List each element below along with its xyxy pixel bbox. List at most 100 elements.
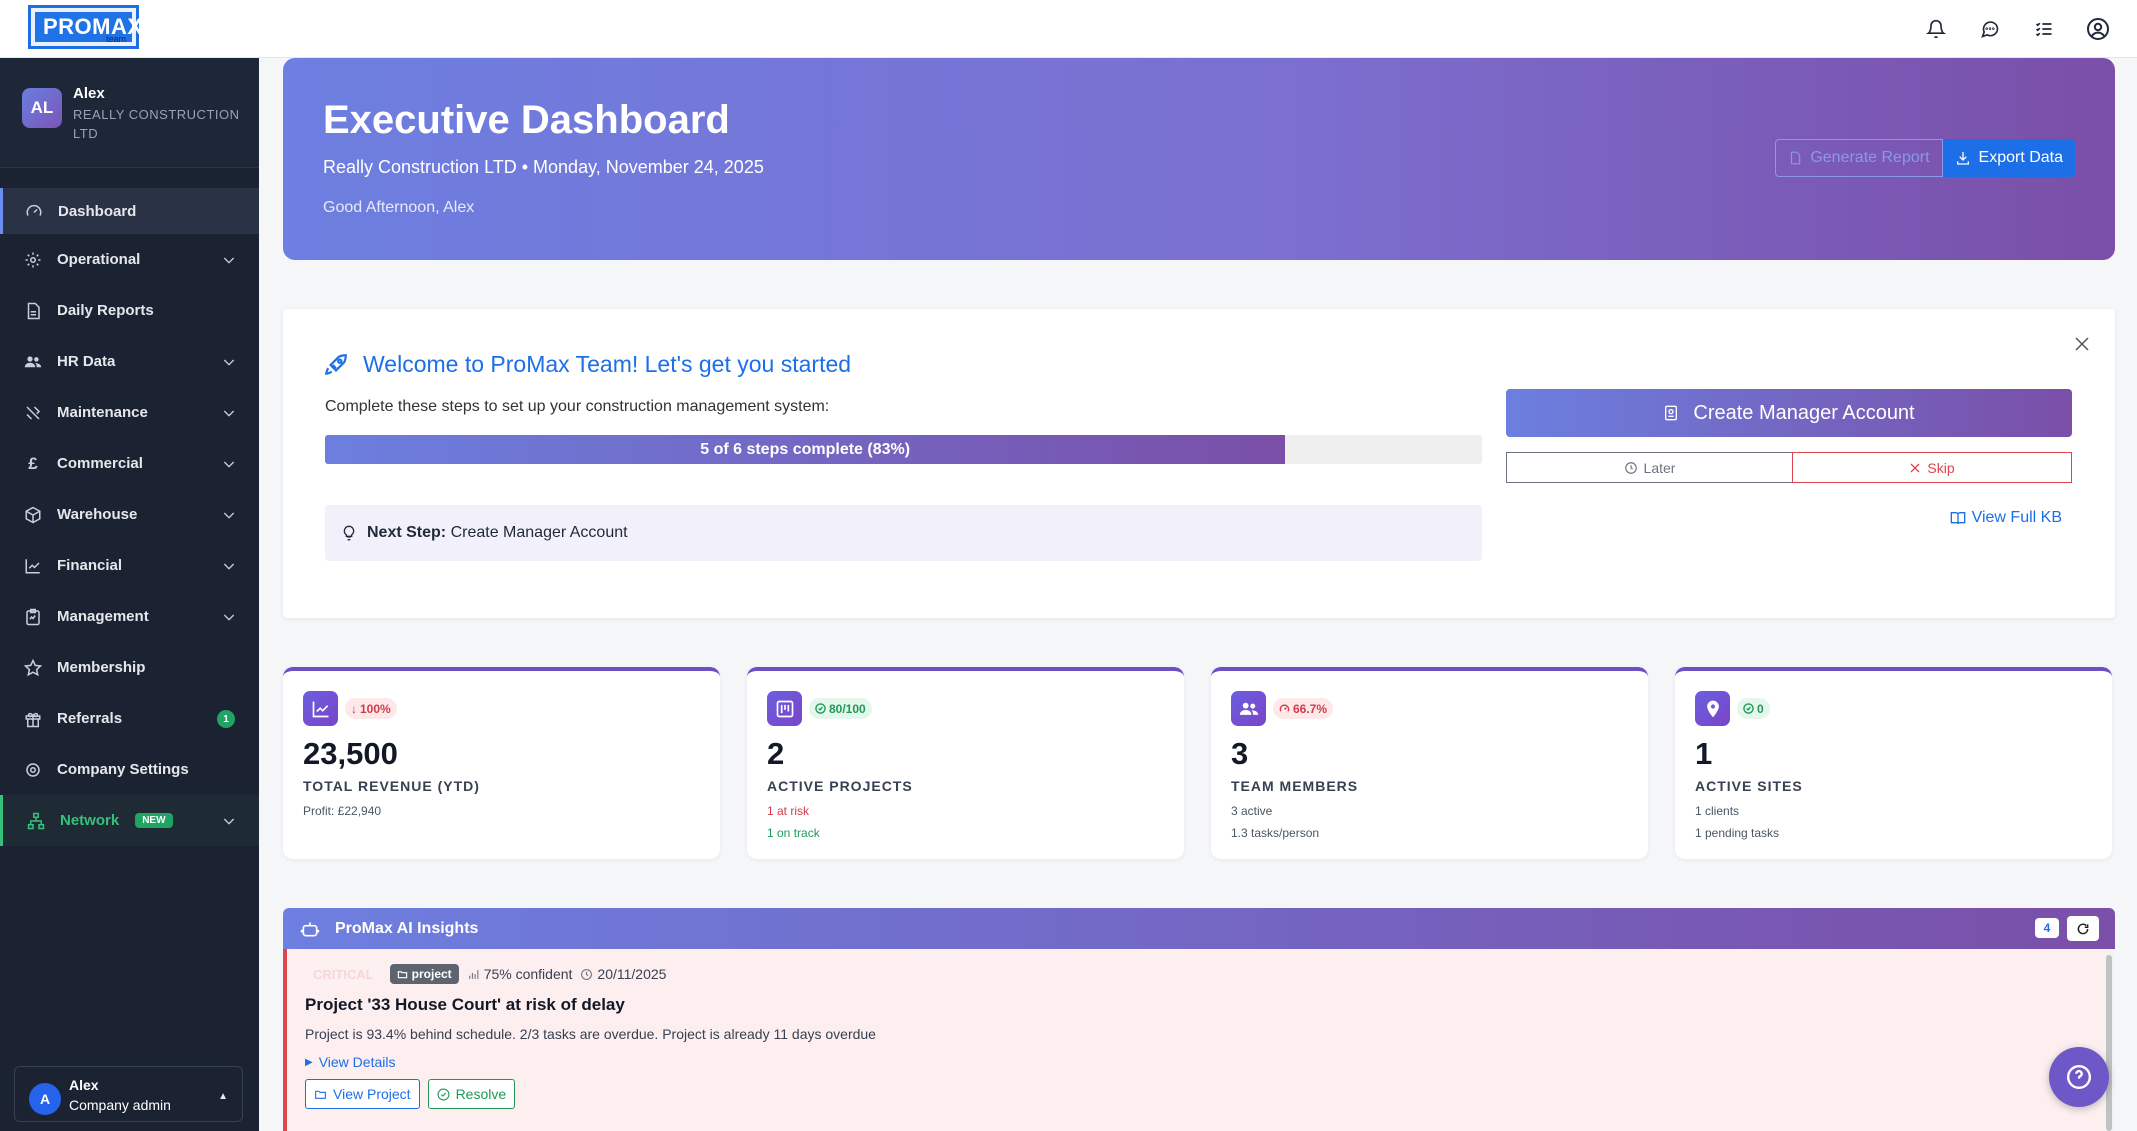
stat-card-revenue[interactable]: ↓ 100% 23,500 TOTAL REVENUE (YTD) Profit:… xyxy=(283,667,720,859)
chevron-down-icon[interactable] xyxy=(221,405,237,421)
create-manager-label: Create Manager Account xyxy=(1693,401,1915,424)
caret-right-icon: ▶ xyxy=(305,1056,313,1068)
user-company: REALLY CONSTRUCTION LTD xyxy=(73,107,240,141)
check-circle-icon xyxy=(1743,703,1754,714)
onboarding-title: Welcome to ProMax Team! Let's get you st… xyxy=(323,351,851,378)
stat-value: 1 xyxy=(1695,736,1713,771)
document-icon xyxy=(24,302,42,320)
gauge-icon xyxy=(1279,703,1290,714)
create-manager-account-button[interactable]: Create Manager Account xyxy=(1506,389,2072,437)
settings-icon xyxy=(24,761,42,779)
status-badge: 66.7% xyxy=(1273,698,1334,719)
generate-report-button[interactable]: Generate Report xyxy=(1775,139,1943,177)
hero-subtitle: Really Construction LTD • Monday, Novemb… xyxy=(323,157,764,177)
ai-insights-panel: ProMax AI Insights 4 CRITICAL project 75… xyxy=(283,908,2115,1131)
chevron-down-icon[interactable] xyxy=(221,507,237,523)
line-chart-icon xyxy=(24,557,42,575)
refresh-button[interactable] xyxy=(2067,916,2099,941)
ai-insights-header: ProMax AI Insights xyxy=(283,908,2115,949)
bar-chart-icon xyxy=(467,968,480,981)
sidebar-item-referrals[interactable]: Referrals 1 xyxy=(0,693,259,744)
gear-icon xyxy=(24,251,42,269)
sidebar-item-daily-reports[interactable]: Daily Reports xyxy=(0,285,259,336)
insight-description: Project is 93.4% behind schedule. 2/3 ta… xyxy=(305,1026,876,1042)
chevron-down-icon[interactable] xyxy=(221,558,237,574)
user-circle-icon[interactable] xyxy=(2083,14,2113,44)
insights-count-badge: 4 xyxy=(2035,918,2059,938)
promax-logo[interactable]: PROMAX team xyxy=(28,5,142,49)
sidebar-item-label: Warehouse xyxy=(57,506,138,523)
status-badge: 0 xyxy=(1737,698,1770,719)
stat-label: ACTIVE PROJECTS xyxy=(767,778,913,794)
sidebar-item-membership[interactable]: Membership xyxy=(0,642,259,693)
skip-button[interactable]: Skip xyxy=(1792,452,2072,483)
chevron-down-icon[interactable] xyxy=(221,456,237,472)
account-switcher[interactable]: A Alex Company admin ▲ xyxy=(14,1066,243,1122)
gauge-icon xyxy=(25,202,43,220)
sidebar-item-commercial[interactable]: £ Commercial xyxy=(0,438,259,489)
stat-label: TEAM MEMBERS xyxy=(1231,778,1359,794)
location-pin-icon xyxy=(1695,691,1730,726)
sidebar-item-operational[interactable]: Operational xyxy=(0,234,259,285)
chevron-down-icon[interactable] xyxy=(221,354,237,370)
sidebar-item-maintenance[interactable]: Maintenance xyxy=(0,387,259,438)
lightbulb-icon xyxy=(341,524,357,542)
page-title: Executive Dashboard xyxy=(323,98,730,142)
later-label: Later xyxy=(1643,459,1676,476)
onboarding-title-text: Welcome to ProMax Team! Let's get you st… xyxy=(363,351,852,377)
star-icon xyxy=(24,658,42,677)
sidebar-item-label: Management xyxy=(57,608,149,625)
rocket-icon xyxy=(323,352,349,378)
clipboard-icon xyxy=(24,608,42,626)
chevron-down-icon[interactable] xyxy=(221,813,237,829)
view-details-toggle[interactable]: ▶ View Details xyxy=(305,1054,395,1070)
chevron-down-icon[interactable] xyxy=(221,609,237,625)
export-data-button[interactable]: Export Data xyxy=(1942,139,2075,177)
sidebar-item-dashboard[interactable]: Dashboard xyxy=(0,188,259,234)
later-button[interactable]: Later xyxy=(1506,452,1793,483)
sidebar-item-hr-data[interactable]: HR Data xyxy=(0,336,259,387)
sidebar-item-label: HR Data xyxy=(57,353,116,370)
sidebar-item-financial[interactable]: Financial xyxy=(0,540,259,591)
sidebar-item-warehouse[interactable]: Warehouse xyxy=(0,489,259,540)
task-list-icon[interactable] xyxy=(2029,14,2059,44)
tools-icon xyxy=(24,404,42,422)
trend-up-icon xyxy=(303,691,338,726)
dashboard-hero: Executive Dashboard Really Construction … xyxy=(283,58,2115,260)
bell-icon[interactable] xyxy=(1921,14,1951,44)
close-icon xyxy=(1909,462,1921,474)
kanban-icon xyxy=(767,691,802,726)
sidebar-item-management[interactable]: Management xyxy=(0,591,259,642)
id-badge-icon xyxy=(1663,403,1679,423)
account-role: Company admin xyxy=(69,1097,171,1113)
new-badge: NEW xyxy=(135,813,173,828)
pound-icon: £ xyxy=(28,453,38,473)
sidebar-item-label: Operational xyxy=(57,251,141,268)
stat-value: 3 xyxy=(1231,736,1249,771)
stat-card-sites[interactable]: 0 1 ACTIVE SITES 1 clients 1 pending tas… xyxy=(1675,667,2112,859)
insight-date: 20/11/2025 xyxy=(580,966,666,982)
avatar[interactable]: AL xyxy=(22,88,62,128)
view-project-button[interactable]: View Project xyxy=(305,1079,420,1109)
view-full-kb-link[interactable]: View Full KB xyxy=(1950,509,2062,527)
gift-icon xyxy=(24,710,42,728)
report-icon xyxy=(1788,150,1802,166)
onboarding-progress-bar: 5 of 6 steps complete (83%) xyxy=(325,435,1482,464)
sidebar-item-label: Maintenance xyxy=(57,404,148,421)
close-icon[interactable] xyxy=(2073,335,2091,353)
stat-detail: 1 pending tasks xyxy=(1695,826,1780,840)
sidebar-item-label: Company Settings xyxy=(57,761,189,778)
stat-card-team[interactable]: 66.7% 3 TEAM MEMBERS 3 active 1.3 tasks/… xyxy=(1211,667,1648,859)
sidebar-item-label: Financial xyxy=(57,557,123,574)
sidebar-item-company-settings[interactable]: Company Settings xyxy=(0,744,259,795)
chat-icon[interactable] xyxy=(1975,14,2005,44)
stat-detail: 1 at risk xyxy=(767,804,810,818)
sidebar-item-network[interactable]: Network NEW xyxy=(0,795,259,846)
insights-scrollbar[interactable] xyxy=(2103,949,2115,1131)
resolve-button[interactable]: Resolve xyxy=(427,1079,516,1109)
help-button[interactable] xyxy=(2049,1047,2109,1107)
stat-card-projects[interactable]: 80/100 2 ACTIVE PROJECTS 1 at risk 1 on … xyxy=(747,667,1184,859)
chevron-down-icon[interactable] xyxy=(221,252,237,268)
question-icon xyxy=(2066,1064,2092,1090)
status-badge: 80/100 xyxy=(809,698,872,719)
